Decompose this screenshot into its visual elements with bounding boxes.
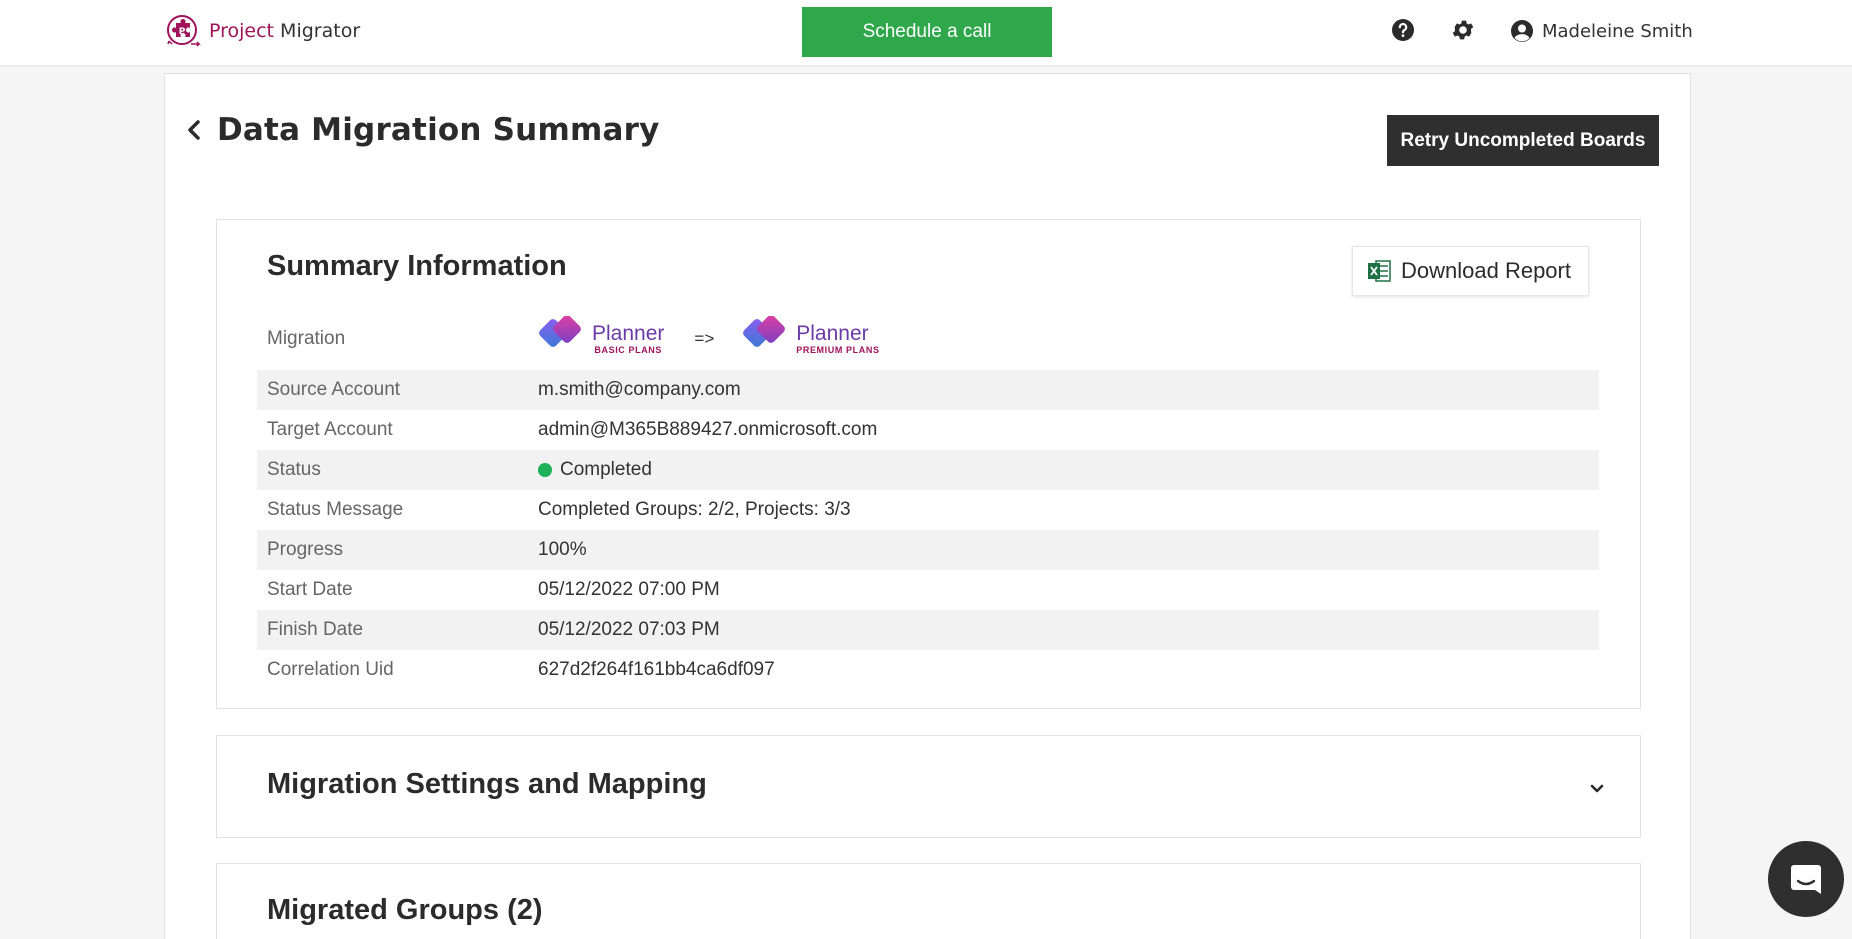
row-label: Target Account [267,419,393,440]
row-label: Finish Date [267,619,364,640]
chevron-left-icon [188,120,200,140]
excel-icon [1368,260,1391,282]
brand-name: Project Migrator [209,20,361,42]
status-message-value: Completed Groups: 2/2, Projects: 3/3 [538,499,851,520]
status-text: Completed [560,459,652,480]
row-label: Status Message [267,499,404,520]
status-dot-icon [538,463,552,477]
download-report-button[interactable]: Download Report [1352,246,1589,296]
download-report-label: Download Report [1401,258,1571,283]
row-label: Migration [267,328,346,349]
migration-value: Planner BASIC PLANS => Planner PREMIUM P… [538,316,880,362]
brand[interactable]: P Project Migrator [165,12,360,50]
target-planner-logo: Planner PREMIUM PLANS [742,316,879,362]
settings-button[interactable] [1450,17,1476,43]
summary-table: Migration Planner BASIC PLANS => Planner… [257,310,1599,690]
table-row: Status Message Completed Groups: 2/2, Pr… [257,490,1599,530]
planner-subtitle: PREMIUM PLANS [796,345,880,355]
progress-value: 100% [538,539,587,560]
main-panel: Data Migration Summary Retry Uncompleted… [164,73,1691,939]
help-button[interactable] [1390,17,1416,43]
start-date-value: 05/12/2022 07:00 PM [538,579,720,600]
source-planner-logo: Planner BASIC PLANS [538,316,664,362]
page-title: Data Migration Summary [217,112,660,148]
row-label: Progress [267,539,344,560]
retry-uncompleted-boards-button[interactable]: Retry Uncompleted Boards [1387,115,1659,166]
chevron-down-icon[interactable] [1589,782,1605,796]
user-circle-icon [1511,20,1533,42]
svg-text:P: P [179,27,186,37]
user-menu[interactable]: Madeleine Smith [1510,17,1693,45]
puzzle-logo-icon: P [167,15,201,47]
table-row: Target Account admin@M365B889427.onmicro… [257,410,1599,450]
correlation-uid-value: 627d2f264f161bb4ca6df097 [538,659,775,680]
summary-card: Summary Information Download Report Migr… [216,219,1641,709]
migration-arrow: => [694,329,715,348]
migration-row: Migration Planner BASIC PLANS => Planner… [257,310,1599,368]
planner-name: Planner [796,322,869,345]
chat-icon [1791,865,1821,894]
help-icon [1392,19,1414,41]
schedule-call-button[interactable]: Schedule a call [802,7,1052,57]
finish-date-value: 05/12/2022 07:03 PM [538,619,720,640]
chat-launcher-button[interactable] [1768,841,1844,917]
settings-title: Migration Settings and Mapping [267,768,707,800]
user-name: Madeleine Smith [1542,20,1693,42]
table-row: Source Account m.smith@company.com [257,370,1599,410]
planner-subtitle: BASIC PLANS [594,345,662,355]
row-label: Source Account [267,379,401,400]
migrated-groups-card: Migrated Groups (2) [216,863,1641,939]
planner-logo-icon [539,316,581,347]
table-row: Start Date 05/12/2022 07:00 PM [257,570,1599,610]
row-label: Start Date [267,579,353,600]
planner-logo-icon [743,316,786,347]
status-value: Completed [538,459,652,481]
gear-icon [1452,20,1474,40]
table-row: Progress 100% [257,530,1599,570]
top-bar: P Project Migrator Schedule a call Madel… [0,0,1852,66]
planner-name: Planner [592,322,665,345]
target-account-value: admin@M365B889427.onmicrosoft.com [538,419,878,440]
back-button[interactable] [187,118,207,142]
table-row: Correlation Uid 627d2f264f161bb4ca6df097 [257,650,1599,690]
row-label: Correlation Uid [267,659,394,680]
table-row: Finish Date 05/12/2022 07:03 PM [257,610,1599,650]
summary-title: Summary Information [267,250,567,282]
row-label: Status [267,459,321,480]
groups-title: Migrated Groups (2) [267,894,543,926]
source-account-value: m.smith@company.com [538,379,741,400]
table-row: Status Completed [257,450,1599,490]
migration-settings-card[interactable]: Migration Settings and Mapping [216,735,1641,838]
